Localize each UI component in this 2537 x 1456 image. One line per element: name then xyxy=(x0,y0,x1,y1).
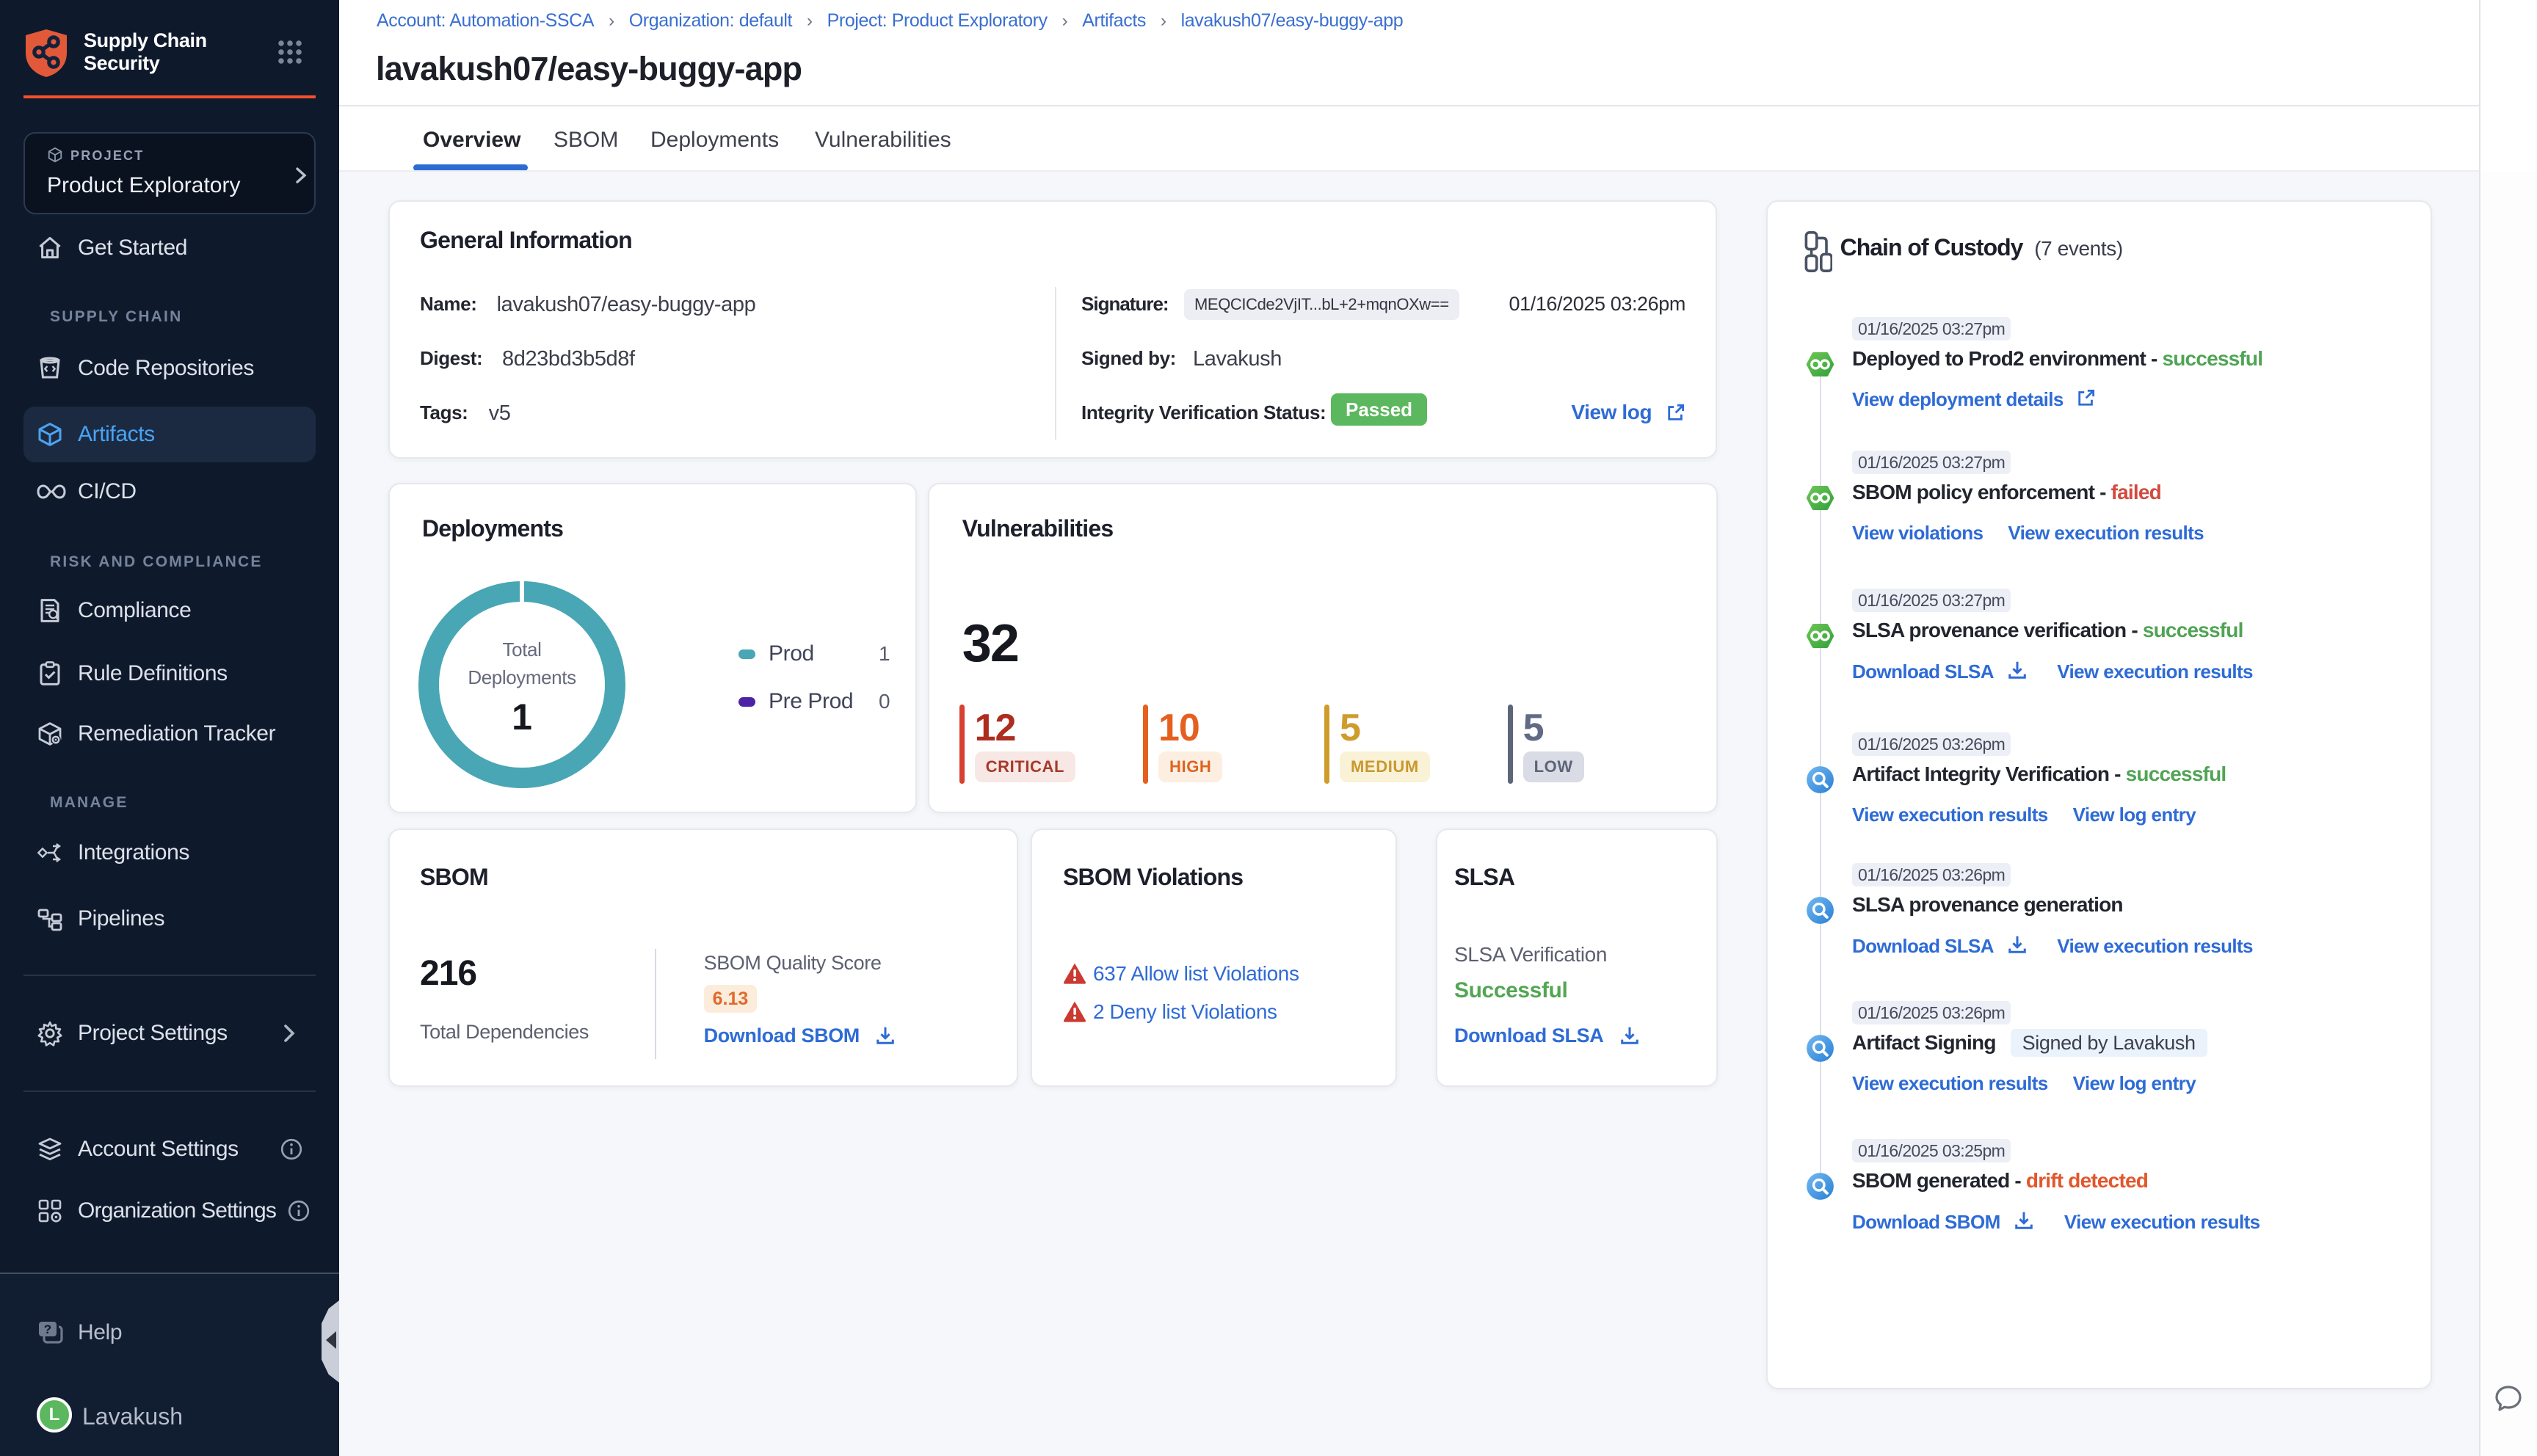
svg-text:?: ? xyxy=(44,1322,51,1336)
